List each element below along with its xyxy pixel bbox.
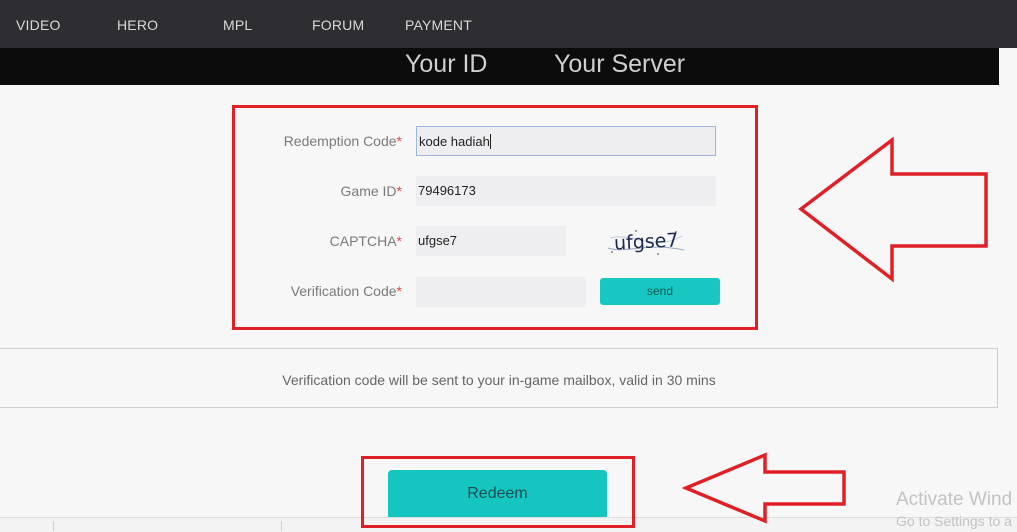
nav-item-payment[interactable]: PAYMENT [405, 17, 472, 33]
nav-item-forum[interactable]: FORUM [312, 17, 364, 33]
your-id-label: Your ID [405, 50, 488, 78]
left-arrow-annotation-icon [798, 136, 988, 283]
hero-banner: Your ID Your Server [0, 48, 999, 85]
nav-item-hero[interactable]: HERO [117, 17, 158, 33]
activate-windows-watermark: Activate Wind [896, 489, 1013, 510]
divider-tick [53, 521, 54, 531]
redeem-highlight-box [361, 456, 635, 528]
left-arrow-annotation-icon [682, 452, 846, 524]
your-server-label: Your Server [554, 50, 686, 78]
top-nav: VIDEO HERO MPL FORUM PAYMENT [0, 0, 1017, 48]
notice-box: Verification code will be sent to your i… [0, 348, 998, 408]
edge-strip [999, 48, 1017, 85]
nav-item-mpl[interactable]: MPL [223, 17, 252, 33]
form-highlight-box [232, 105, 758, 330]
nav-item-video[interactable]: VIDEO [16, 17, 61, 33]
notice-text: Verification code will be sent to your i… [282, 372, 716, 388]
divider-tick [281, 521, 282, 531]
activate-windows-subtext: Go to Settings to a [896, 513, 1012, 529]
